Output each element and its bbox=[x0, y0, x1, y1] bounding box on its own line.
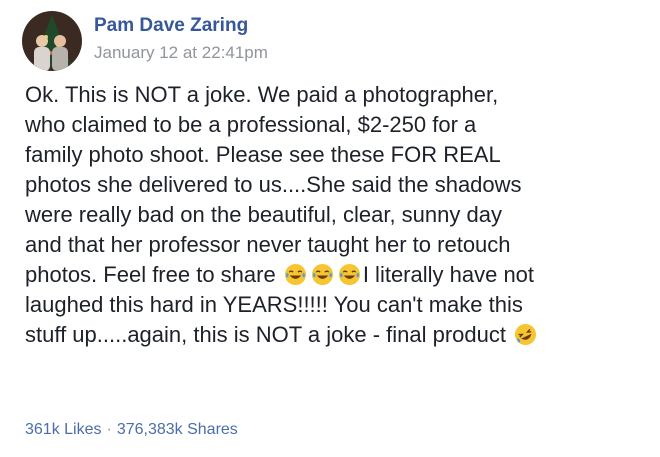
face-with-tears-of-joy-icon bbox=[338, 263, 361, 286]
post-line-text: photos. Feel free to share bbox=[25, 262, 276, 287]
post-line-with-emoji: stuff up.....again, this is NOT a joke -… bbox=[25, 320, 650, 350]
post-line: and that her professor never taught her … bbox=[25, 232, 511, 257]
engagement-stats: 361k Likes · 376,383k Shares bbox=[25, 421, 238, 439]
post-body: Ok. This is NOT a joke. We paid a photog… bbox=[25, 80, 650, 350]
post-line: were really bad on the beautiful, clear,… bbox=[25, 202, 502, 227]
face-with-tears-of-joy-icon bbox=[311, 263, 334, 286]
rolling-on-floor-laughing-icon bbox=[514, 323, 537, 346]
post-line: family photo shoot. Please see these FOR… bbox=[25, 142, 501, 167]
post-line-text: stuff up.....again, this is NOT a joke -… bbox=[25, 322, 506, 347]
likes-count[interactable]: 361k Likes bbox=[25, 421, 102, 438]
profile-avatar[interactable] bbox=[22, 11, 82, 71]
face-with-tears-of-joy-icon bbox=[284, 263, 307, 286]
post-line: photos she delivered to us....She said t… bbox=[25, 172, 522, 197]
post-line-text: I literally have not bbox=[362, 262, 535, 287]
author-name[interactable]: Pam Dave Zaring bbox=[94, 15, 248, 37]
shares-count[interactable]: 376,383k Shares bbox=[117, 421, 238, 438]
post-timestamp[interactable]: January 12 at 22:41pm bbox=[94, 43, 268, 63]
facebook-post: Pam Dave Zaring January 12 at 22:41pm Ok… bbox=[0, 0, 660, 457]
stats-separator: · bbox=[106, 421, 112, 438]
post-line: laughed this hard in YEARS!!!!! You can'… bbox=[25, 292, 523, 317]
post-line: Ok. This is NOT a joke. We paid a photog… bbox=[25, 82, 499, 107]
post-line-with-emojis: photos. Feel free to share I literally h… bbox=[25, 260, 650, 290]
post-line: who claimed to be a professional, $2-250… bbox=[25, 112, 477, 137]
